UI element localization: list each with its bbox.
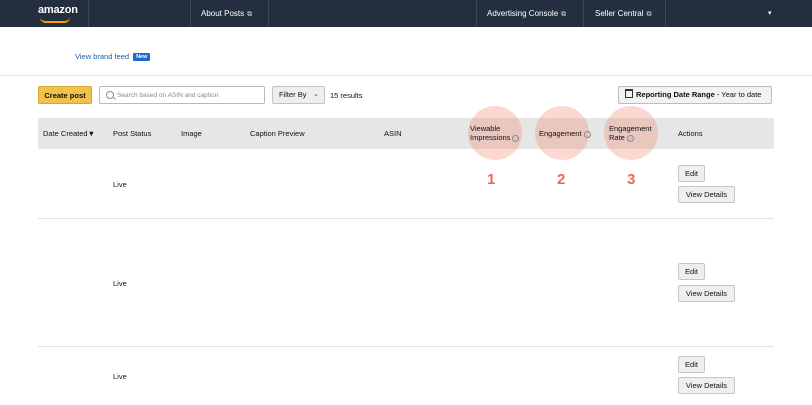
nav-about-posts-label: About Posts xyxy=(201,9,245,18)
column-header-caption-preview: Caption Preview xyxy=(250,129,305,138)
nav-about-posts[interactable]: About Posts ⧉ xyxy=(201,9,252,19)
results-count: 15 results xyxy=(330,91,363,100)
view-details-button[interactable]: View Details xyxy=(678,377,735,394)
sort-desc-icon: ▼ xyxy=(87,129,96,138)
info-icon[interactable]: i xyxy=(583,131,591,138)
view-details-button[interactable]: View Details xyxy=(678,186,735,203)
engagement-rate-label-1: Engagement xyxy=(609,124,652,133)
row-post-status: Live xyxy=(113,372,127,381)
search-input[interactable] xyxy=(117,89,262,101)
nav-divider xyxy=(268,0,269,27)
annotation-number-3: 3 xyxy=(627,171,636,188)
amazon-logo[interactable]: amazon xyxy=(38,4,78,16)
row-post-status: Live xyxy=(113,180,127,189)
column-header-image: Image xyxy=(181,129,202,138)
edit-button[interactable]: Edit xyxy=(678,165,705,182)
column-header-engagement: Engagement i xyxy=(539,129,591,138)
column-header-engagement-rate: Engagement Rate i xyxy=(609,124,652,142)
filter-by-dropdown[interactable]: Filter By ⌄ xyxy=(272,86,325,104)
nav-advertising-console-label: Advertising Console xyxy=(487,9,559,18)
nav-divider xyxy=(665,0,666,27)
edit-button[interactable]: Edit xyxy=(678,356,705,373)
info-icon[interactable]: i xyxy=(512,135,520,142)
section-divider xyxy=(0,75,812,76)
annotation-number-1: 1 xyxy=(487,171,496,188)
external-link-icon: ⧉ xyxy=(646,11,652,18)
column-header-asin: ASIN xyxy=(384,129,402,138)
date-range-value: - Year to date xyxy=(714,90,762,99)
nav-seller-central-label: Seller Central xyxy=(595,9,644,18)
external-link-icon: ⧉ xyxy=(247,11,253,18)
date-created-label: Date Created xyxy=(43,129,88,138)
nav-divider xyxy=(88,0,89,27)
reporting-date-range-button[interactable]: Reporting Date Range - Year to date xyxy=(618,86,772,104)
row-post-status: Live xyxy=(113,279,127,288)
nav-seller-central[interactable]: Seller Central ⧉ xyxy=(595,9,651,19)
row-divider xyxy=(38,346,774,347)
info-icon[interactable]: i xyxy=(626,135,634,142)
impressions-label: Impressions xyxy=(470,133,511,142)
filter-by-label: Filter By xyxy=(279,90,307,99)
view-brand-feed-label: View brand feed xyxy=(75,52,130,61)
external-link-icon: ⧉ xyxy=(561,11,567,18)
column-header-actions: Actions xyxy=(678,129,703,138)
row-divider xyxy=(38,218,774,219)
search-box xyxy=(99,86,265,104)
column-header-date-created[interactable]: Date Created▼ xyxy=(43,129,95,138)
nav-advertising-console[interactable]: Advertising Console ⧉ xyxy=(487,9,566,19)
chevron-down-icon: ⌄ xyxy=(313,91,319,98)
nav-divider xyxy=(190,0,191,27)
view-details-button[interactable]: View Details xyxy=(678,285,735,302)
account-menu-caret-icon[interactable]: ▾ xyxy=(768,9,772,17)
column-header-viewable-impressions: Viewable Impressions i xyxy=(470,124,520,142)
edit-button[interactable]: Edit xyxy=(678,263,705,280)
date-range-label: Reporting Date Range xyxy=(636,90,715,99)
calendar-icon xyxy=(625,89,633,98)
view-brand-feed-link[interactable]: View brand feed New xyxy=(75,52,151,61)
viewable-label: Viewable xyxy=(470,124,501,133)
engagement-rate-label-2: Rate xyxy=(609,133,625,142)
annotation-number-2: 2 xyxy=(557,171,566,188)
create-post-button[interactable]: Create post xyxy=(38,86,92,104)
top-nav-bar: amazon About Posts ⧉ Advertising Console ⧉… xyxy=(0,0,812,27)
amazon-smile-icon xyxy=(40,17,70,23)
column-header-post-status: Post Status xyxy=(113,129,152,138)
engagement-label: Engagement xyxy=(539,129,582,138)
search-icon xyxy=(106,91,114,99)
new-badge: New xyxy=(133,53,151,61)
nav-divider xyxy=(476,0,477,27)
nav-divider xyxy=(583,0,584,27)
